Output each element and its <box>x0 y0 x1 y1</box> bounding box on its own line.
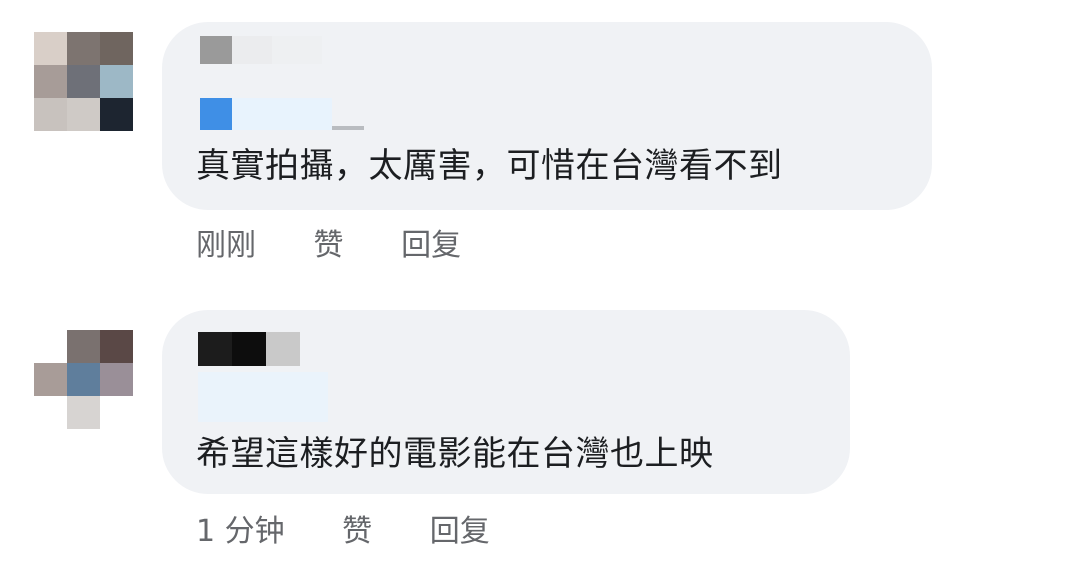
comment-actions: 刚刚 赞 回复 <box>196 228 461 264</box>
comment-text: 真實拍攝，太厲害，可惜在台灣看不到 <box>196 146 783 186</box>
commenter-badge-redacted <box>200 98 364 130</box>
comment-text: 希望這樣好的電影能在台灣也上映 <box>196 434 714 474</box>
comment-timestamp: 1 分钟 <box>196 514 285 549</box>
comment-timestamp: 刚刚 <box>196 228 256 263</box>
like-button[interactable]: 赞 <box>314 228 344 264</box>
comment-actions: 1 分钟 赞 回复 <box>196 514 490 550</box>
comment-item: 希望這樣好的電影能在台灣也上映 1 分钟 赞 回复 <box>0 280 1080 563</box>
reply-button[interactable]: 回复 <box>401 228 461 264</box>
avatar[interactable] <box>34 330 133 429</box>
commenter-name-redacted[interactable] <box>198 332 300 366</box>
comment-bubble[interactable]: 真實拍攝，太厲害，可惜在台灣看不到 <box>162 22 932 210</box>
reply-button[interactable]: 回复 <box>430 514 490 550</box>
comment-bubble[interactable]: 希望這樣好的電影能在台灣也上映 <box>162 310 850 494</box>
comment-item: 真實拍攝，太厲害，可惜在台灣看不到 刚刚 赞 回复 <box>0 0 1080 280</box>
commenter-name-redacted[interactable] <box>200 36 322 64</box>
avatar[interactable] <box>34 32 133 131</box>
commenter-badge-redacted <box>198 372 328 422</box>
like-button[interactable]: 赞 <box>342 514 372 550</box>
comment-thread: 真實拍攝，太厲害，可惜在台灣看不到 刚刚 赞 回复 希望這樣好的電影能在台灣也上… <box>0 0 1080 563</box>
